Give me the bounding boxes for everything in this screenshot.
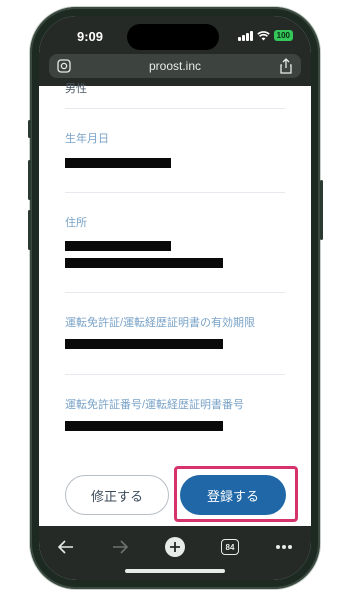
power-button [320, 180, 323, 240]
field-address: 住所 [65, 214, 285, 230]
edit-button[interactable]: 修正する [65, 475, 169, 515]
more-icon [276, 545, 292, 549]
volume-down-button [28, 210, 31, 250]
share-icon[interactable] [279, 58, 293, 74]
more-button[interactable] [273, 536, 295, 558]
divider [65, 292, 285, 293]
home-indicator [125, 569, 225, 573]
field-birthdate: 生年月日 [65, 130, 285, 146]
divider [65, 374, 285, 375]
partial-field-value: 男性 [65, 83, 285, 96]
redacted-value [65, 339, 223, 349]
forward-icon [113, 540, 128, 554]
status-time: 9:09 [77, 29, 104, 44]
browser-top-bar: 9:09 100 proost.inc [39, 16, 311, 86]
field-license-expiry: 運転免許証/運転経歴証明書の有効期限 [65, 314, 285, 330]
address-bar[interactable]: proost.inc [49, 54, 301, 78]
partial-label: 男性 [65, 83, 87, 95]
battery-indicator: 100 [273, 30, 293, 41]
new-tab-icon [165, 537, 185, 557]
register-button[interactable]: 登録する [180, 475, 286, 515]
redacted-value [65, 421, 223, 431]
tab-count: 84 [225, 542, 235, 552]
tabs-button[interactable]: 84 [219, 536, 241, 558]
back-icon [58, 540, 73, 554]
signal-icon [237, 30, 253, 41]
redacted-value [65, 258, 223, 268]
tabs-icon: 84 [221, 539, 239, 555]
redacted-value [65, 158, 171, 168]
field-label: 運転免許証番号/運転経歴証明書番号 [65, 399, 245, 411]
action-button [28, 120, 31, 138]
dynamic-island [127, 24, 219, 50]
wifi-icon [256, 30, 270, 40]
status-icons: 100 [237, 30, 293, 41]
divider [65, 192, 285, 193]
phone-screen: 9:09 100 proost.inc 男性 生年月日 住所 運転免許証/運転経… [39, 16, 311, 580]
field-label: 生年月日 [65, 133, 109, 145]
new-tab-button[interactable] [164, 536, 186, 558]
field-label: 住所 [65, 217, 87, 229]
field-license-number: 運転免許証番号/運転経歴証明書番号 [65, 396, 285, 412]
redacted-value [65, 241, 171, 251]
field-label: 運転免許証/運転経歴証明書の有効期限 [65, 317, 256, 329]
browser-toolbar: 84 [39, 526, 311, 580]
forward-button[interactable] [109, 536, 131, 558]
volume-up-button [28, 160, 31, 200]
divider [65, 108, 285, 109]
url-text[interactable]: proost.inc [49, 59, 301, 73]
back-button[interactable] [55, 536, 77, 558]
